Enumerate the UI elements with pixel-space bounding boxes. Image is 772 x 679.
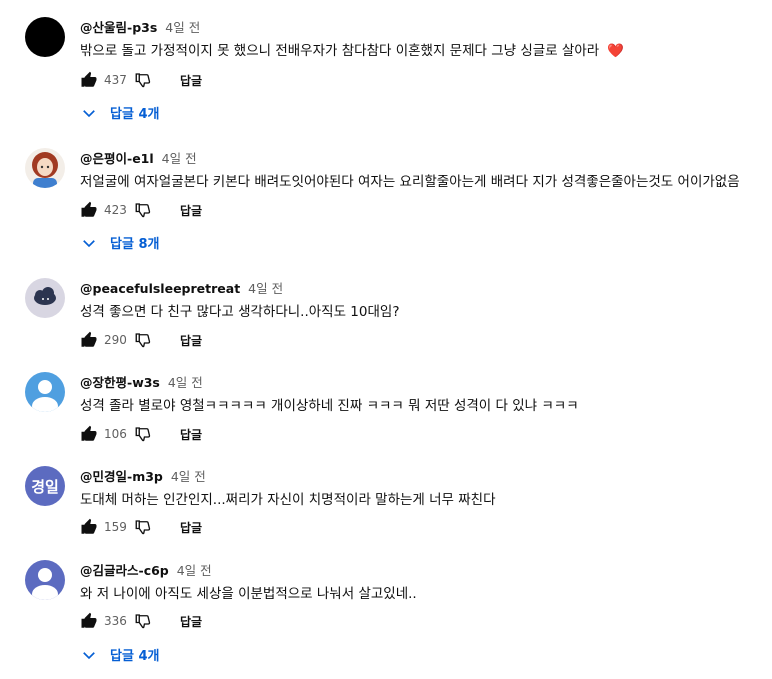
avatar[interactable]: 경일 <box>25 466 65 506</box>
comment-header: @peacefulsleepretreat 4일 전 <box>80 278 283 297</box>
dislike-button[interactable] <box>134 201 152 219</box>
view-replies-button[interactable]: 답글 4개 <box>80 645 159 664</box>
author-name[interactable]: @김글라스-c6p <box>80 563 169 578</box>
thumbs-down-icon <box>135 520 151 535</box>
author-name[interactable]: @민경일-m3p <box>80 469 163 484</box>
dislike-button[interactable] <box>134 518 152 536</box>
chevron-down-icon <box>83 651 95 659</box>
comment-text: 밖으로 돌고 가정적이지 못 했으니 전배우자가 참다참다 이혼했지 문제다 그… <box>80 39 624 59</box>
default-user-avatar-icon <box>25 372 65 412</box>
like-button[interactable] <box>80 71 98 89</box>
comment-header: @김글라스-c6p 4일 전 <box>80 560 212 579</box>
comment-text: 와 저 나이에 아직도 세상을 이분법적으로 나눠서 살고있네.. <box>80 586 417 602</box>
replies-label: 답글 4개 <box>110 107 160 122</box>
like-button[interactable] <box>80 518 98 536</box>
thumbs-up-icon <box>81 331 97 347</box>
chevron-down-icon <box>83 109 95 117</box>
like-button[interactable] <box>80 201 98 219</box>
avatar[interactable] <box>25 560 65 600</box>
comment-time[interactable]: 4일 전 <box>177 563 212 578</box>
reply-button[interactable]: 답글 <box>180 613 202 630</box>
comment-time[interactable]: 4일 전 <box>248 281 283 296</box>
comment-header: @은평이-e1l 4일 전 <box>80 148 197 167</box>
reply-button[interactable]: 답글 <box>180 72 202 89</box>
comment-actions: 437 답글 <box>80 68 202 92</box>
avatar[interactable] <box>25 148 65 188</box>
dislike-button[interactable] <box>134 612 152 630</box>
reply-button[interactable]: 답글 <box>180 202 202 219</box>
default-user-avatar-icon <box>25 560 65 600</box>
like-button[interactable] <box>80 331 98 349</box>
author-name[interactable]: @peacefulsleepretreat <box>80 281 240 296</box>
view-replies-button[interactable]: 답글 8개 <box>80 233 159 252</box>
cloud-avatar-image <box>25 278 65 318</box>
author-name[interactable]: @은평이-e1l <box>80 151 154 166</box>
comment-header: @민경일-m3p 4일 전 <box>80 466 206 485</box>
thumbs-up-icon <box>81 612 97 628</box>
comment-actions: 106 답글 <box>80 422 202 446</box>
reply-button[interactable]: 답글 <box>180 332 202 349</box>
comment-text: 도대체 머하는 인간인지...쩌리가 자신이 치명적이라 말하는게 너무 짜친다 <box>80 492 496 508</box>
replies-label: 답글 4개 <box>110 649 160 664</box>
thumbs-down-icon <box>135 614 151 629</box>
thumbs-down-icon <box>135 73 151 88</box>
thumbs-down-icon <box>135 427 151 442</box>
dislike-button[interactable] <box>134 71 152 89</box>
comment-actions: 336 답글 <box>80 609 202 633</box>
like-count: 423 <box>104 203 127 217</box>
view-replies-button[interactable]: 답글 4개 <box>80 103 159 122</box>
comment-text: 성격 졸라 별로야 영철ㅋㅋㅋㅋㅋ 개이상하네 진짜 ㅋㅋㅋ 뭐 저딴 성격이 … <box>80 398 579 414</box>
like-count: 290 <box>104 333 127 347</box>
like-count: 106 <box>104 427 127 441</box>
thumbs-up-icon <box>81 201 97 217</box>
comment-actions: 423 답글 <box>80 198 202 222</box>
dislike-button[interactable] <box>134 425 152 443</box>
heart-emoji: ❤️ <box>607 43 624 59</box>
comment-actions: 290 답글 <box>80 328 202 352</box>
like-button[interactable] <box>80 612 98 630</box>
like-count: 437 <box>104 73 127 87</box>
reply-button[interactable]: 답글 <box>180 519 202 536</box>
like-count: 159 <box>104 520 127 534</box>
author-name[interactable]: @장한평-w3s <box>80 375 160 390</box>
reply-button[interactable]: 답글 <box>180 426 202 443</box>
comment-text: 저얼굴에 여자얼굴본다 키본다 배려도잇어야된다 여자는 요리할줄아는게 배려다… <box>80 174 740 190</box>
avatar[interactable] <box>25 17 65 57</box>
dislike-button[interactable] <box>134 331 152 349</box>
like-count: 336 <box>104 614 127 628</box>
comment-time[interactable]: 4일 전 <box>165 20 200 35</box>
like-button[interactable] <box>80 425 98 443</box>
anime-girl-avatar-image <box>25 148 65 188</box>
comment-body: 밖으로 돌고 가정적이지 못 했으니 전배우자가 참다참다 이혼했지 문제다 그… <box>80 43 600 59</box>
chevron-down-icon <box>83 239 95 247</box>
comment-header: @산울림-p3s 4일 전 <box>80 17 200 36</box>
author-name[interactable]: @산울림-p3s <box>80 20 157 35</box>
thumbs-down-icon <box>135 333 151 348</box>
comment-text: 성격 좋으면 다 친구 많다고 생각하다니..아직도 10대임? <box>80 304 400 320</box>
comment-header: @장한평-w3s 4일 전 <box>80 372 203 391</box>
comment-time[interactable]: 4일 전 <box>171 469 206 484</box>
thumbs-down-icon <box>135 203 151 218</box>
replies-label: 답글 8개 <box>110 237 160 252</box>
avatar[interactable] <box>25 278 65 318</box>
avatar[interactable] <box>25 372 65 412</box>
comment-time[interactable]: 4일 전 <box>168 375 203 390</box>
thumbs-up-icon <box>81 71 97 87</box>
thumbs-up-icon <box>81 518 97 534</box>
comment-time[interactable]: 4일 전 <box>162 151 197 166</box>
comment-actions: 159 답글 <box>80 515 202 539</box>
thumbs-up-icon <box>81 425 97 441</box>
